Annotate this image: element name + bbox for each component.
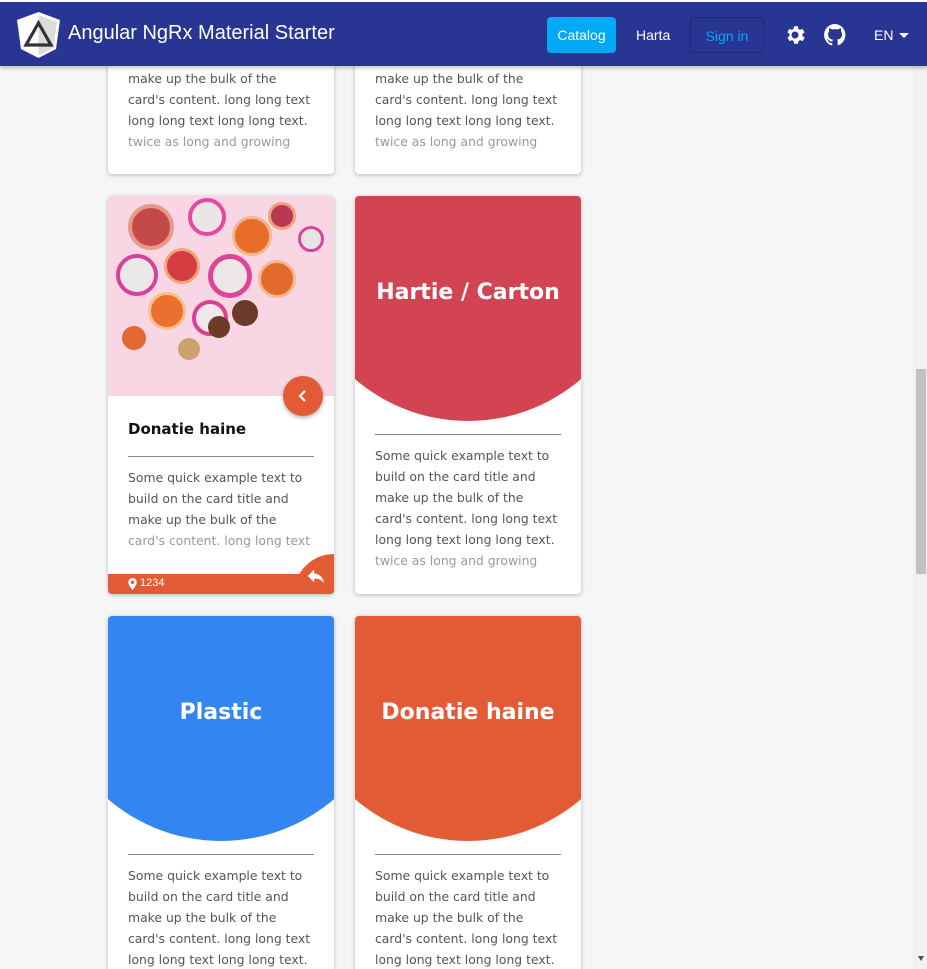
card-divider <box>128 456 314 457</box>
nav-catalog-button[interactable]: Catalog <box>547 17 616 53</box>
github-icon[interactable] <box>823 23 847 47</box>
card-plastic[interactable]: Plastic Some quick example text to build… <box>108 616 334 969</box>
reply-button[interactable] <box>294 554 334 594</box>
sign-in-button[interactable]: Sign in <box>690 17 764 53</box>
angular-logo-icon[interactable] <box>16 11 61 59</box>
card-text: make up the bulk of the card's content. … <box>375 71 558 149</box>
scroll-down-arrow-icon[interactable] <box>918 956 924 961</box>
reply-icon <box>307 569 325 584</box>
scrollbar-thumb[interactable] <box>916 369 926 574</box>
language-label: EN <box>874 27 894 43</box>
chevron-left-icon <box>298 390 306 402</box>
card-title: Hartie / Carton <box>376 280 560 305</box>
card-text: Some quick example text to build on the … <box>375 448 558 568</box>
card-divider <box>128 854 314 855</box>
top-toolbar: Angular NgRx Material Starter Catalog Ha… <box>0 0 927 66</box>
app-title[interactable]: Angular NgRx Material Starter <box>68 22 335 45</box>
card-hartie-carton[interactable]: Hartie / Carton Some quick example text … <box>355 196 581 594</box>
page-scrollbar[interactable] <box>913 66 927 969</box>
nav-harta-button[interactable]: Harta <box>626 17 680 53</box>
card-title: Donatie haine <box>381 700 555 725</box>
caret-down-icon <box>899 33 910 38</box>
card-title: Plastic <box>179 700 263 725</box>
card-header-shape <box>355 196 581 421</box>
gear-icon[interactable] <box>783 23 807 47</box>
card-text: make up the bulk of the card's content. … <box>128 71 311 149</box>
card-divider <box>375 434 561 435</box>
card-donatie-haine[interactable]: Donatie haine Some quick example text to… <box>355 616 581 969</box>
card-text: Some quick example text to build on the … <box>128 868 311 967</box>
card-text: Some quick example text to build on the … <box>128 470 311 548</box>
fruit-photo <box>108 196 334 396</box>
chevron-left-button[interactable] <box>283 376 323 416</box>
location-pin-icon <box>128 578 137 590</box>
card-text: Some quick example text to build on the … <box>375 868 558 967</box>
card-header-shape <box>108 616 334 841</box>
card-title: Donatie haine <box>128 420 247 438</box>
card-divider <box>375 854 561 855</box>
language-selector[interactable]: EN <box>874 27 910 43</box>
card-header-shape <box>355 616 581 841</box>
location-count: 1234 <box>140 577 165 589</box>
card-donatie-haine-photo[interactable]: Donatie haine Some quick example text to… <box>108 196 334 594</box>
